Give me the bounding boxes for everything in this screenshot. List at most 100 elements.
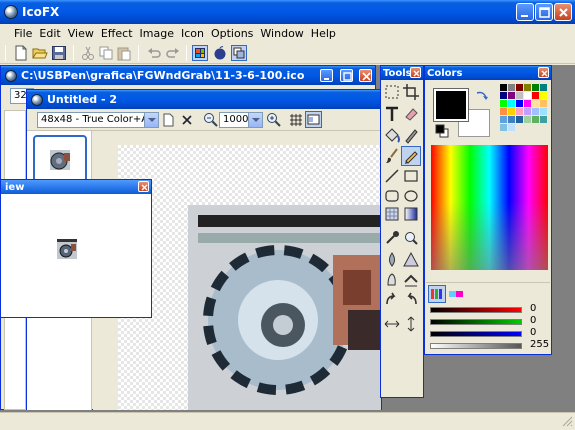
new-icon[interactable]	[13, 45, 29, 61]
palette-swatch[interactable]	[500, 100, 507, 107]
blue-slider[interactable]	[430, 331, 522, 337]
zoom-in-icon[interactable]	[266, 112, 281, 127]
rounded-rect-tool-icon[interactable]	[382, 186, 402, 206]
tools-close-button[interactable]	[410, 67, 421, 78]
palette-swatch[interactable]	[500, 84, 507, 91]
reset-colors-icon[interactable]	[434, 124, 450, 138]
palette-swatch[interactable]	[508, 92, 515, 99]
brush-tool-icon[interactable]	[382, 146, 402, 166]
blur-tool-icon[interactable]	[382, 250, 402, 270]
palette-swatch[interactable]	[508, 124, 515, 131]
rgb-mode-icon[interactable]	[428, 285, 446, 303]
menu-view[interactable]: View	[68, 27, 94, 40]
chevron-down-icon[interactable]	[248, 113, 262, 127]
palette-swatch[interactable]	[524, 108, 531, 115]
palette-swatch[interactable]	[524, 100, 531, 107]
palette-swatch[interactable]	[500, 108, 507, 115]
menu-help[interactable]: Help	[311, 27, 336, 40]
palette-swatch[interactable]	[516, 116, 523, 123]
palette-swatch[interactable]	[500, 92, 507, 99]
swap-colors-icon[interactable]	[474, 89, 490, 103]
primary-color-swatch[interactable]	[433, 88, 469, 122]
windows-icon[interactable]	[192, 45, 208, 61]
eraser-tool-icon[interactable]	[401, 104, 421, 124]
line-tool-icon[interactable]	[382, 166, 402, 186]
preview-title-bar[interactable]: iew	[1, 180, 151, 194]
palette-swatch[interactable]	[524, 92, 531, 99]
colors-close-button[interactable]	[538, 67, 549, 78]
text-tool-icon[interactable]	[382, 104, 402, 124]
zoom-out-icon[interactable]	[203, 112, 218, 127]
document-window-back-title-bar[interactable]: C:\USBPen\grafica\FGWndGrab\11-3-6-100.i…	[1, 66, 375, 85]
palette-swatch[interactable]	[532, 100, 539, 107]
crop-tool-icon[interactable]	[401, 82, 421, 102]
preview-toggle-icon[interactable]	[305, 111, 322, 128]
pattern-tool-icon[interactable]	[382, 204, 402, 224]
paste-icon[interactable]	[116, 45, 132, 61]
pencil-tool-icon[interactable]	[401, 146, 421, 166]
menu-edit[interactable]: Edit	[39, 27, 60, 40]
green-value[interactable]: 0	[530, 315, 536, 326]
alpha-slider[interactable]	[430, 343, 522, 349]
palette-swatch[interactable]	[516, 92, 523, 99]
color-replace-tool-icon[interactable]	[401, 126, 421, 146]
menu-file[interactable]: File	[14, 27, 32, 40]
redo-icon[interactable]	[165, 45, 181, 61]
color-picker-tool-icon[interactable]	[382, 228, 402, 248]
color-spectrum[interactable]	[431, 145, 548, 270]
gradient-tool-icon[interactable]	[401, 204, 421, 224]
sharpen-tool-icon[interactable]	[401, 250, 421, 270]
blue-value[interactable]: 0	[530, 327, 536, 338]
undo-icon[interactable]	[146, 45, 162, 61]
palette-swatch[interactable]	[540, 92, 547, 99]
resize-grip-icon[interactable]	[560, 414, 573, 427]
image-format-select[interactable]: 48x48 - True Color+Alpha	[37, 112, 159, 128]
palette-swatch[interactable]	[516, 108, 523, 115]
palette-swatch[interactable]	[500, 124, 507, 131]
palette-swatch[interactable]	[508, 108, 515, 115]
palette-swatch[interactable]	[532, 116, 539, 123]
grid-icon[interactable]	[289, 113, 303, 127]
palette-swatch[interactable]	[532, 84, 539, 91]
palette-swatch[interactable]	[516, 84, 523, 91]
colors-title-bar[interactable]: Colors	[425, 66, 551, 80]
editor-canvas[interactable]	[118, 145, 381, 410]
doc-back-maximize-button[interactable]	[340, 69, 353, 82]
palette-swatch[interactable]	[532, 108, 539, 115]
copy-icon[interactable]	[98, 45, 114, 61]
preview-close-button[interactable]	[138, 181, 149, 192]
palette-swatch[interactable]	[524, 84, 531, 91]
rectangle-tool-icon[interactable]	[401, 166, 421, 186]
zoom-tool-icon[interactable]	[401, 228, 421, 248]
palette-swatch[interactable]	[540, 108, 547, 115]
palette-swatch[interactable]	[508, 84, 515, 91]
palette-swatch[interactable]	[516, 100, 523, 107]
chevron-down-icon[interactable]	[144, 113, 158, 127]
doc-back-minimize-button[interactable]	[320, 69, 333, 82]
open-icon[interactable]	[32, 45, 48, 61]
sponge-tool-icon[interactable]	[401, 270, 421, 290]
layers-icon[interactable]	[231, 45, 247, 61]
image-format-thumbnail[interactable]	[33, 135, 87, 185]
hsv-mode-icon[interactable]	[448, 287, 464, 301]
menu-image[interactable]: Image	[140, 27, 174, 40]
burn-tool-icon[interactable]	[401, 290, 421, 310]
green-slider[interactable]	[430, 319, 522, 325]
dodge-tool-icon[interactable]	[382, 290, 402, 310]
alpha-value[interactable]: 255	[530, 339, 549, 350]
palette-swatch[interactable]	[540, 84, 547, 91]
doc-back-close-button[interactable]	[359, 69, 372, 82]
smudge-tool-icon[interactable]	[382, 270, 402, 290]
menu-effect[interactable]: Effect	[101, 27, 133, 40]
cut-icon[interactable]	[80, 45, 96, 61]
move-horizontal-tool-icon[interactable]	[382, 314, 402, 334]
palette-swatch[interactable]	[500, 116, 507, 123]
red-slider[interactable]	[430, 307, 522, 313]
move-vertical-tool-icon[interactable]	[401, 314, 421, 334]
menu-icon[interactable]: Icon	[181, 27, 204, 40]
save-icon[interactable]	[51, 45, 67, 61]
rect-select-tool-icon[interactable]	[382, 82, 402, 102]
menu-window[interactable]: Window	[260, 27, 303, 40]
red-value[interactable]: 0	[530, 303, 536, 314]
palette-swatch[interactable]	[532, 92, 539, 99]
